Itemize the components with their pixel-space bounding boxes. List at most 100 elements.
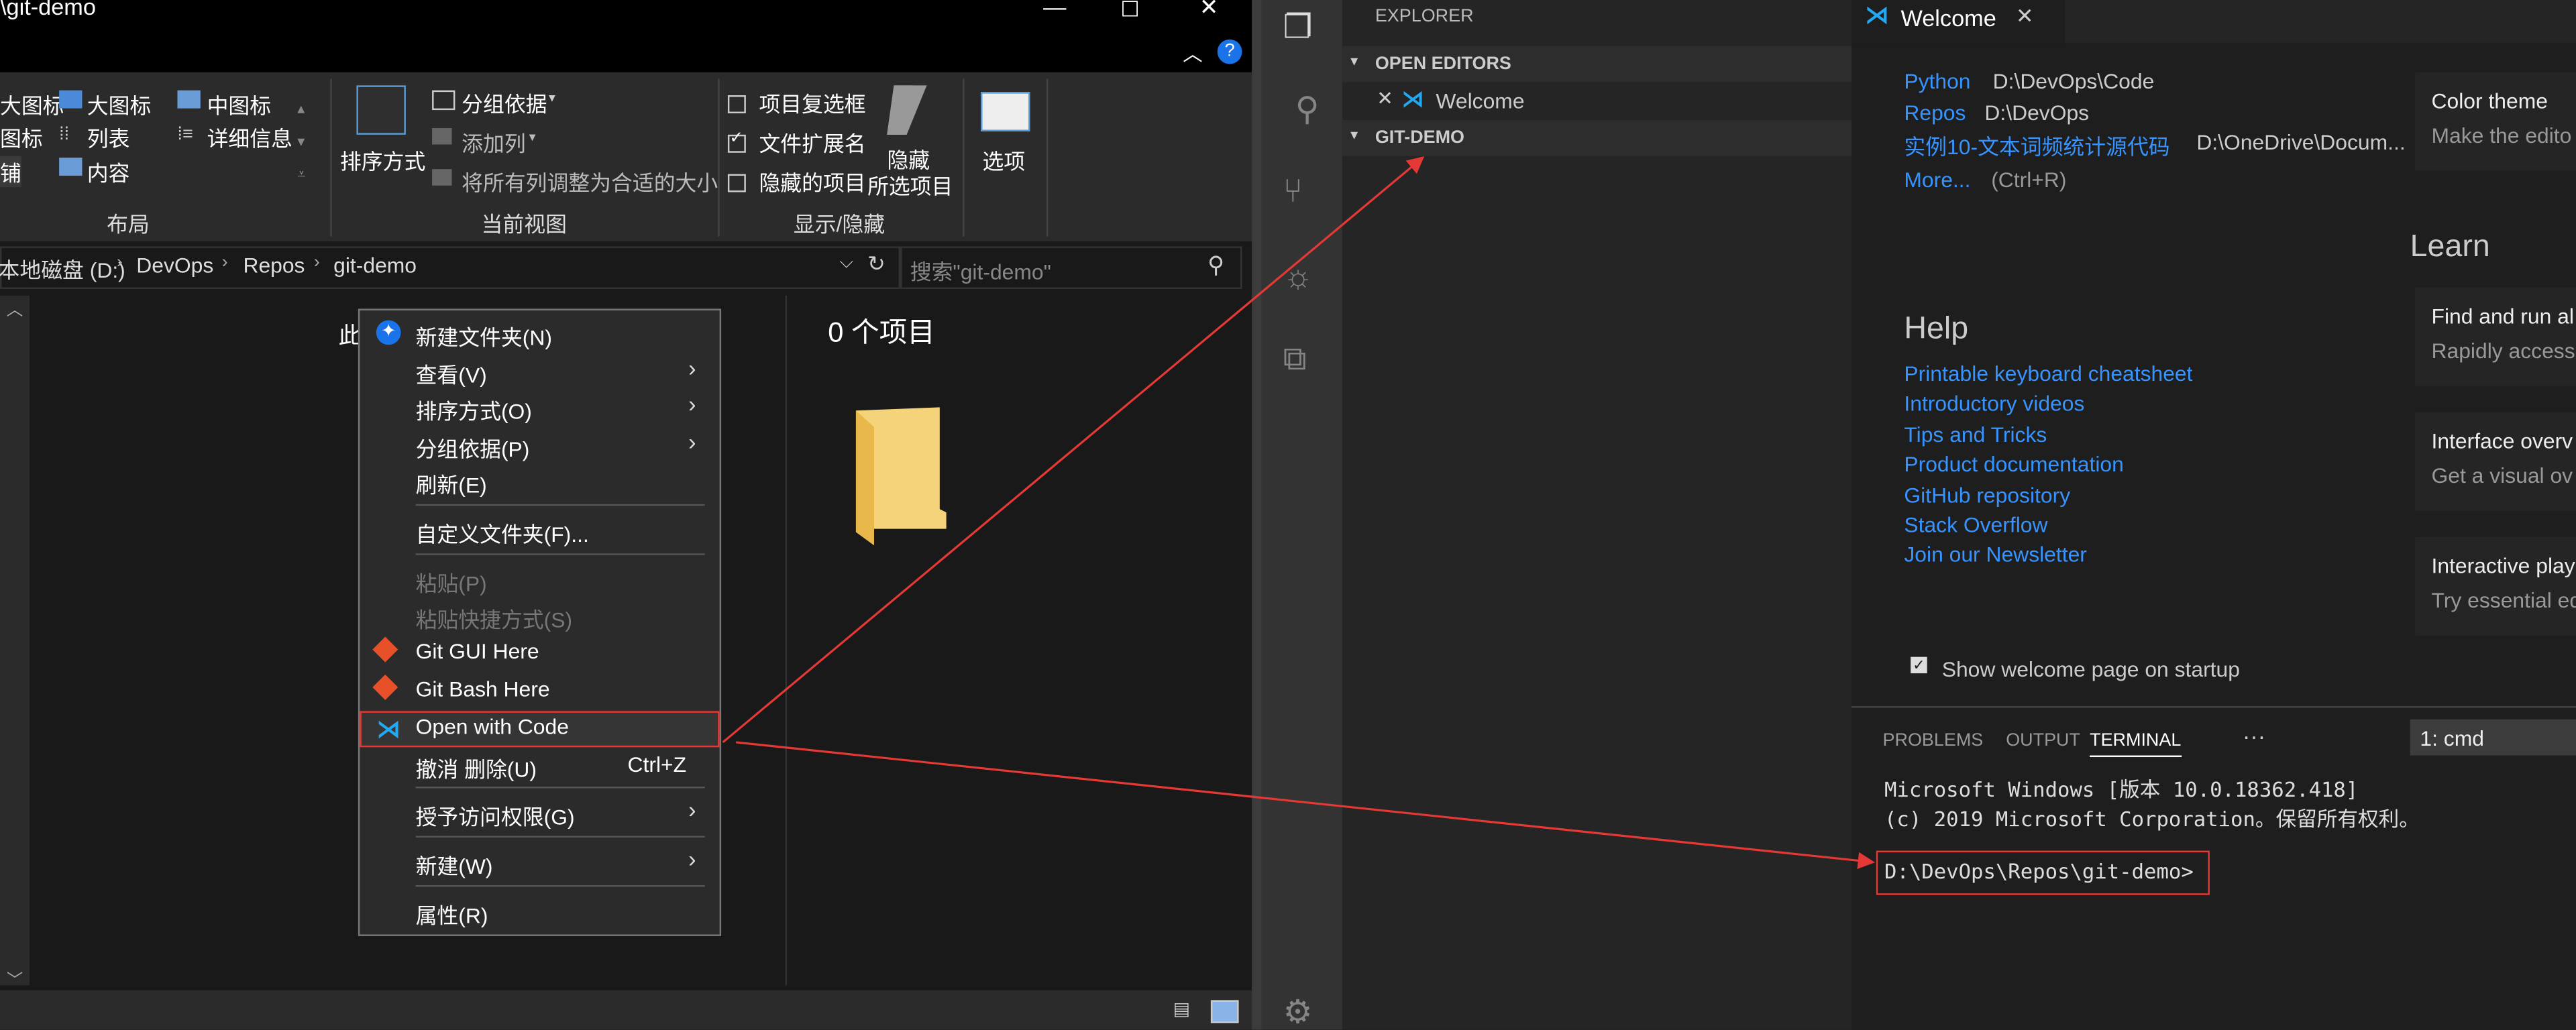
menu-view[interactable]: 查看(V)	[416, 358, 487, 390]
card-find-commands[interactable]: Find and run al Rapidly access	[2415, 287, 2576, 386]
extensions-icon[interactable]: ⧉	[1283, 341, 1320, 378]
breadcrumb-drive[interactable]: 本地磁盘 (D:)	[0, 253, 125, 284]
menu-git-bash[interactable]: Git Bash Here	[416, 677, 550, 701]
menu-paste[interactable]: 粘贴(P)	[416, 567, 487, 598]
help-link-videos[interactable]: Introductory videos	[1904, 391, 2084, 416]
minimize-button[interactable]: —	[1043, 0, 1066, 19]
layout-medium-icons[interactable]: 中图标	[207, 89, 272, 120]
close-icon[interactable]: ✕	[2016, 3, 2034, 30]
help-link-tips[interactable]: Tips and Tricks	[1904, 422, 2047, 447]
maximize-button[interactable]: ☐	[1120, 0, 1140, 23]
open-editors-header[interactable]: ▾ OPEN EDITORS	[1342, 46, 1852, 82]
layout-small-icons[interactable]: 图标	[0, 121, 43, 153]
recent-item-example[interactable]: 实例10-文本词频统计源代码	[1904, 129, 2169, 161]
large-icons-view-icon[interactable]	[1210, 1000, 1239, 1023]
menu-customize-folder[interactable]: 自定义文件夹(F)...	[416, 517, 589, 549]
card-desc: Rapidly access	[2431, 338, 2575, 363]
menu-separator	[415, 885, 705, 887]
menu-group[interactable]: 分组依据(P)	[416, 432, 530, 463]
panel-tab-problems[interactable]: PROBLEMS	[1883, 731, 1984, 750]
window-title: \git-demo	[0, 0, 96, 20]
sort-button[interactable]: 排序方式	[340, 145, 425, 176]
menu-new[interactable]: 新建(W)	[416, 849, 493, 880]
menu-undo-delete[interactable]: 撤消 删除(U)	[416, 752, 537, 784]
scroll-up-icon[interactable]: ︿	[7, 296, 23, 321]
add-column-button[interactable]: 添加列	[462, 127, 526, 158]
layout-details[interactable]: 详细信息	[207, 121, 292, 153]
folder-header[interactable]: ▾ GIT-DEMO	[1342, 119, 1852, 156]
details-view-icon[interactable]: ▤	[1173, 998, 1196, 1021]
nav-pane-scrollbar[interactable]	[0, 295, 30, 986]
source-control-icon[interactable]: ⑂	[1283, 174, 1320, 211]
debug-icon[interactable]: ☼	[1283, 260, 1320, 296]
context-menu: ✦ 新建文件夹(N) 查看(V) › 排序方式(O) › 分组依据(P) › 刷…	[358, 308, 722, 936]
menu-paste-shortcut[interactable]: 粘贴快捷方式(S)	[416, 603, 572, 634]
card-interactive-playground[interactable]: Interactive play Try essential ed	[2415, 536, 2576, 636]
breadcrumb-devops[interactable]: DevOps	[136, 253, 213, 278]
show-welcome-checkbox[interactable]: ✓	[1911, 656, 1927, 674]
search-input[interactable]: 搜索"git-demo"	[910, 255, 1051, 286]
recent-item-repos[interactable]: Repos	[1904, 100, 1966, 125]
card-interface-overview[interactable]: Interface overv Get a visual ov	[2415, 412, 2576, 511]
files-icon[interactable]: ❐	[1283, 7, 1320, 46]
scroll-down-icon[interactable]: ﹀	[7, 966, 23, 990]
layout-content[interactable]: 内容	[87, 156, 130, 188]
help-icon[interactable]: ?	[1217, 39, 1242, 64]
details-icon: ⁞≡	[177, 125, 193, 145]
menu-git-gui[interactable]: Git GUI Here	[416, 639, 539, 664]
terminal-line-2: (c) 2019 Microsoft Corporation。保留所有权利。	[1884, 806, 2420, 832]
search-icon[interactable]: ⚲	[1283, 89, 1320, 128]
file-extensions-toggle[interactable]: 文件扩展名	[727, 127, 866, 158]
layout-list[interactable]: 列表	[87, 121, 130, 153]
collapse-ribbon-icon[interactable]: ︿	[1183, 40, 1202, 68]
close-button[interactable]: ✕	[1199, 0, 1219, 21]
help-link-stackoverflow[interactable]: Stack Overflow	[1904, 512, 2047, 537]
git-icon	[372, 636, 398, 663]
menu-properties[interactable]: 属性(R)	[416, 899, 488, 930]
group-by-button[interactable]: 分组依据	[462, 87, 547, 119]
hidden-items-toggle[interactable]: 隐藏的项目	[727, 166, 866, 197]
breadcrumb-git-demo[interactable]: git-demo	[333, 253, 417, 278]
recent-item-python[interactable]: Python	[1904, 69, 1970, 94]
open-editor-item[interactable]: ✕ ⋊ Welcome	[1342, 82, 1851, 118]
close-icon[interactable]: ✕	[1377, 87, 1393, 110]
sort-icon	[356, 85, 406, 135]
tab-welcome[interactable]: ⋊ Welcome ✕	[1851, 0, 2065, 45]
gear-icon[interactable]: ⚙	[1283, 992, 1320, 1029]
breadcrumb-repos[interactable]: Repos	[243, 253, 305, 278]
chevron-right-icon: ›	[116, 253, 123, 273]
menu-separator	[415, 553, 705, 555]
menu-open-with-code[interactable]: Open with Code	[416, 714, 569, 739]
options-button[interactable]: 选项	[983, 145, 1026, 176]
help-link-newsletter[interactable]: Join our Newsletter	[1904, 542, 2087, 567]
item-checkboxes-toggle[interactable]: 项目复选框	[727, 87, 866, 119]
menu-sort[interactable]: 排序方式(O)	[416, 394, 532, 426]
menu-new-folder[interactable]: 新建文件夹(N)	[416, 321, 552, 352]
help-link-cheatsheet[interactable]: Printable keyboard cheatsheet	[1904, 361, 2192, 386]
panel-tab-terminal[interactable]: TERMINAL	[2090, 731, 2182, 757]
layout-tiles[interactable]: 铺	[0, 156, 21, 188]
layout-large-icons-2[interactable]: 大图标	[87, 89, 152, 120]
preview-divider[interactable]	[785, 295, 788, 986]
address-bar[interactable]: 本地磁盘 (D:) › DevOps › Repos › git-demo ⌵ …	[0, 246, 901, 290]
layout-scroll-icon[interactable]: ▴ ▾ ⩡	[297, 92, 305, 190]
chevron-right-icon: ›	[688, 796, 696, 823]
menu-grant-access[interactable]: 授予访问权限(G)	[416, 800, 575, 832]
refresh-icon[interactable]: ↻	[867, 251, 885, 278]
menu-refresh[interactable]: 刷新(E)	[416, 468, 487, 500]
search-box[interactable]: 搜索"git-demo" ⚲	[900, 246, 1242, 290]
chevron-down-icon[interactable]: ⌵	[839, 253, 853, 274]
card-color-theme[interactable]: Color theme Make the edito	[2415, 72, 2576, 171]
help-link-docs[interactable]: Product documentation	[1904, 451, 2123, 476]
terminal-prompt[interactable]: D:\DevOps\Repos\git-demo>	[1884, 859, 2194, 884]
fit-columns-button[interactable]: 将所有列调整为合适的大小	[462, 166, 718, 197]
more-actions-icon[interactable]: ···	[2243, 723, 2265, 749]
search-icon[interactable]: ⚲	[1208, 251, 1224, 280]
more-recent-link[interactable]: More...	[1904, 168, 1970, 192]
panel-tab-output[interactable]: OUTPUT	[2006, 731, 2080, 750]
layout-large-icons-1[interactable]: 大图标	[0, 89, 64, 120]
terminal-select[interactable]: 1: cmd	[2410, 719, 2576, 756]
group-current-view-label: 当前视图	[481, 211, 567, 237]
help-link-github[interactable]: GitHub repository	[1904, 483, 2070, 508]
undo-shortcut: Ctrl+Z	[627, 752, 687, 777]
